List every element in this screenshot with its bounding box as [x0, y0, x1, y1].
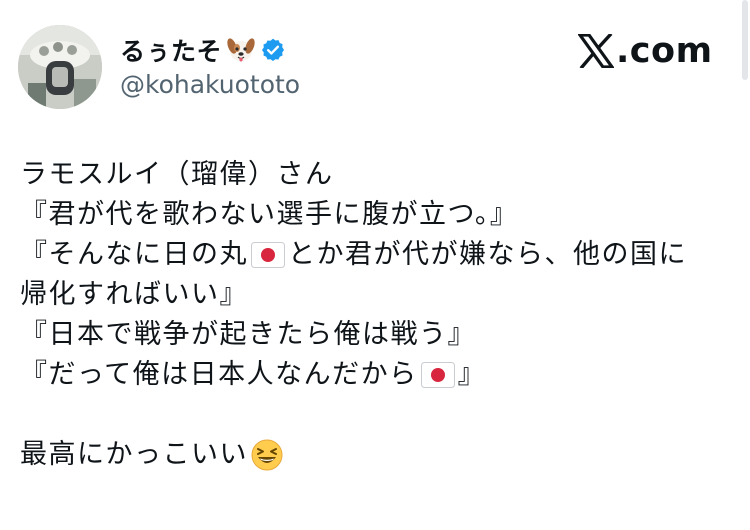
tweet-line: ラモスルイ（瑠偉）さん: [20, 155, 740, 195]
display-name[interactable]: るぅたそ: [120, 32, 222, 68]
scrollbar[interactable]: [742, 0, 748, 80]
verified-badge-icon[interactable]: [260, 37, 286, 63]
tweet-line: 『だって俺は日本人なんだから 』: [20, 355, 740, 395]
japan-flag-icon: [420, 362, 455, 388]
x-com-logo[interactable]: .com: [578, 28, 713, 74]
tweet-line-text: とか君が代が嫌なら、他の国に: [288, 239, 687, 270]
tweet-text: ラモスルイ（瑠偉）さん 『君が代を歌わない選手に腹が立つ。』 『そんなに日の丸 …: [20, 155, 740, 475]
tweet-line-text: 『だって俺は日本人なんだから: [20, 359, 418, 390]
grinning-squinting-face-icon: [250, 438, 284, 472]
dog-face-icon: [226, 35, 256, 65]
tweet-line: 『君が代を歌わない選手に腹が立つ。』: [20, 195, 740, 235]
author-handle[interactable]: @kohakuototo: [120, 70, 300, 99]
tweet-line-text: 『君が代を歌わない選手に腹が立つ。』: [20, 199, 519, 230]
tweet-line-text: 帰化すればいい』: [20, 279, 248, 310]
tweet-line-text: 『そんなに日の丸: [20, 239, 248, 270]
japan-flag-icon: [251, 242, 285, 268]
tweet-line: 『そんなに日の丸 とか君が代が嫌なら、他の国に: [20, 235, 740, 275]
tweet-line-text: ラモスルイ（瑠偉）さん: [20, 159, 334, 190]
display-name-row[interactable]: るぅたそ: [120, 32, 286, 68]
avatar[interactable]: [18, 25, 102, 109]
x-logo-icon: [578, 34, 614, 68]
tweet-line: 帰化すればいい』: [20, 275, 740, 315]
x-com-logo-text: .com: [616, 31, 713, 71]
tweet-line: 『日本で戦争が起きたら俺は戦う』: [20, 315, 740, 355]
tweet-line-text: 最高にかっこいい: [20, 439, 248, 470]
tweet-card: るぅたそ @kohakuototo .com ラモスルイ（瑠偉）さん 『君が代を…: [0, 0, 750, 530]
tweet-line-text: 『日本で戦争が起きたら俺は戦う』: [20, 319, 476, 350]
tweet-line-text: 』: [457, 359, 487, 390]
avatar-image: [18, 25, 102, 109]
tweet-line: 最高にかっこいい: [20, 435, 740, 475]
